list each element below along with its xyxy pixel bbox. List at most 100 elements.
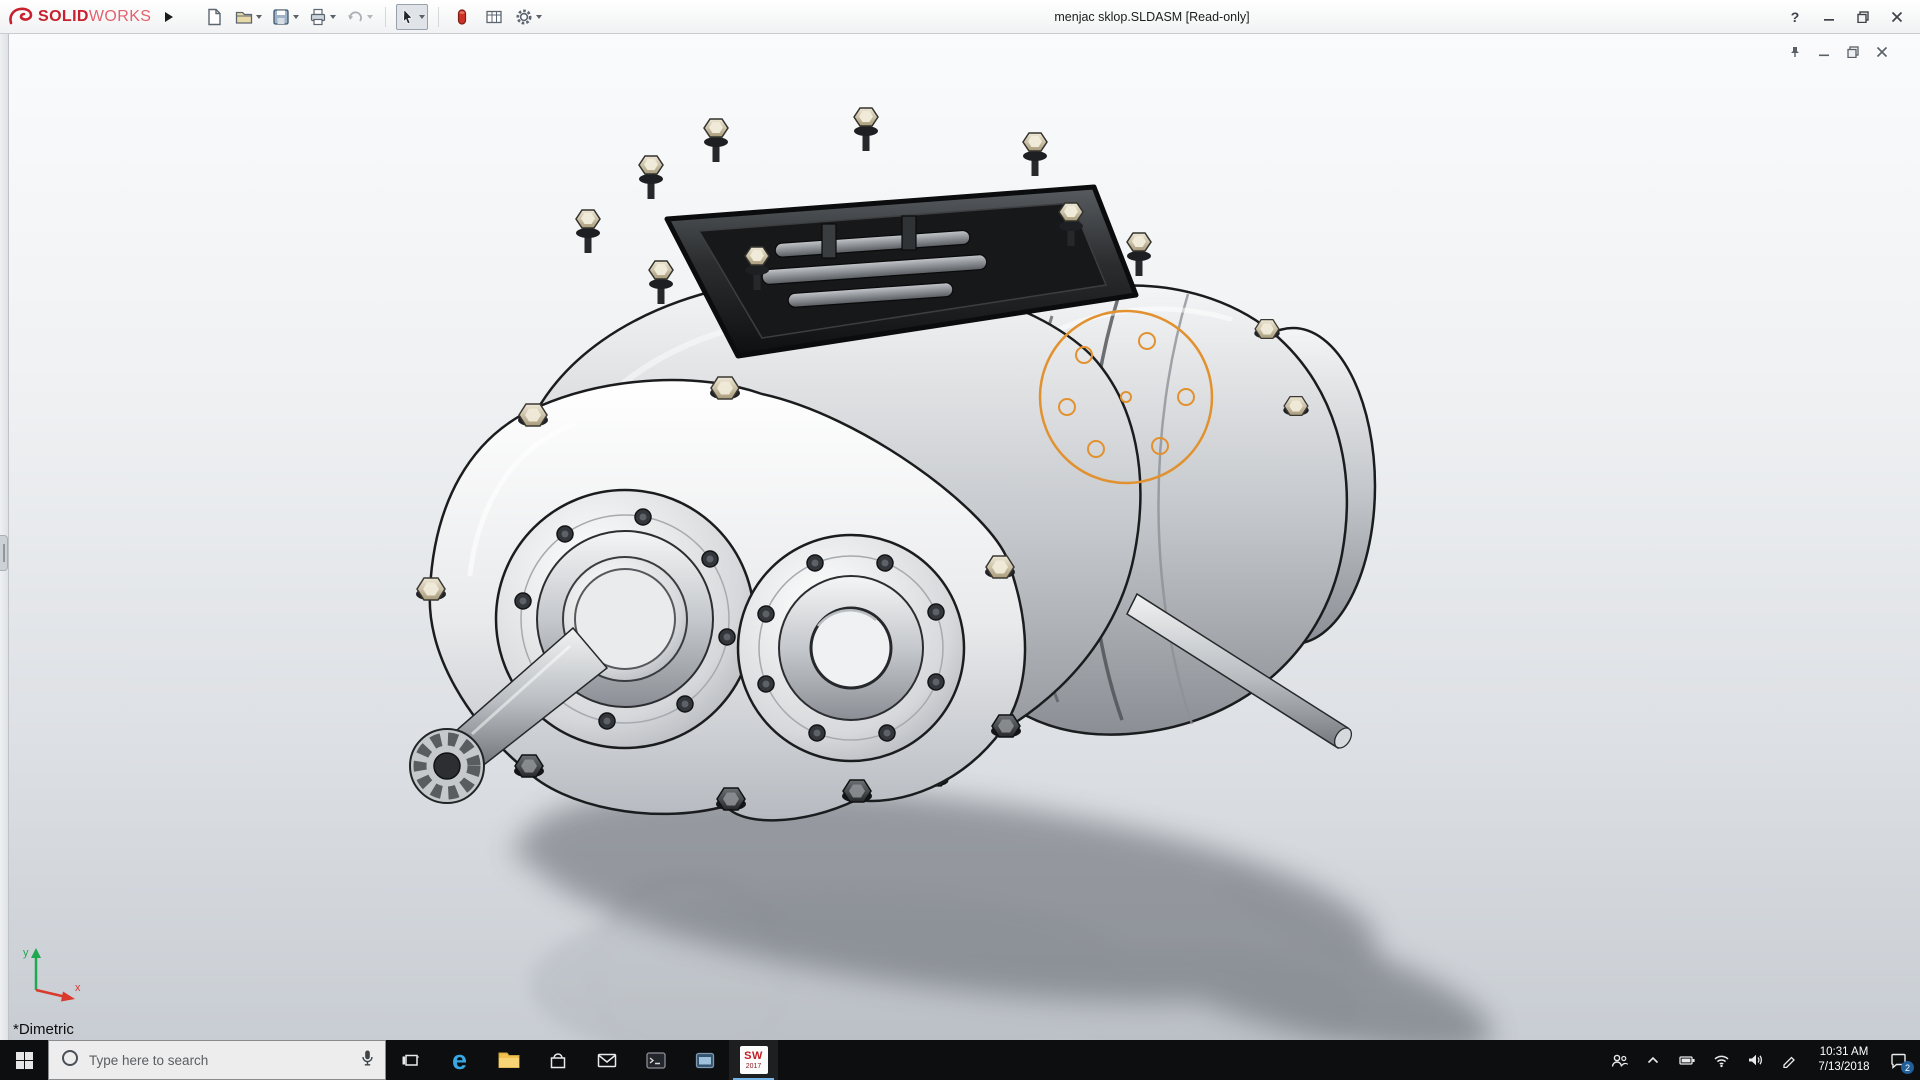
start-button[interactable] (0, 1040, 48, 1080)
output-flange[interactable] (738, 535, 964, 761)
document-window-controls (1787, 44, 1890, 60)
window-controls: ? (1780, 4, 1912, 30)
options-dropdown-caret[interactable] (536, 15, 542, 19)
save-icon (272, 8, 290, 26)
doc-close-button[interactable] (1874, 44, 1890, 60)
taskbar-clock[interactable]: 10:31 AM 7/13/2018 (1808, 1045, 1880, 1075)
wifi-icon (1713, 1052, 1730, 1068)
print-button[interactable] (307, 4, 338, 30)
battery-button[interactable] (1672, 1040, 1702, 1080)
task-view-button[interactable] (386, 1040, 435, 1080)
taskbar-app-file-explorer[interactable] (484, 1040, 533, 1080)
taskbar-app-mail[interactable] (582, 1040, 631, 1080)
taskbar-app-edge[interactable]: e (435, 1040, 484, 1080)
windows-logo-icon (16, 1052, 33, 1069)
action-center-button[interactable]: 2 (1884, 1040, 1914, 1080)
close-icon (1891, 11, 1903, 23)
taskbar-app-console[interactable] (631, 1040, 680, 1080)
3d-viewport[interactable] (0, 34, 1920, 1040)
clock-date: 7/13/2018 (1808, 1060, 1880, 1075)
y-axis-label: y (23, 947, 29, 959)
volume-button[interactable] (1740, 1040, 1770, 1080)
select-tool-button[interactable] (396, 4, 428, 30)
console-icon (645, 1050, 667, 1071)
restore-button[interactable] (1848, 4, 1878, 30)
toolbar-separator (385, 7, 386, 27)
view-orientation-label: *Dimetric (13, 1021, 74, 1038)
minimize-icon (1823, 11, 1835, 23)
menu-expand-icon[interactable] (165, 12, 173, 22)
windows-taskbar: e (0, 1040, 1920, 1080)
solidworks-window: SOLIDWORKS (0, 0, 1920, 1080)
open-folder-icon (235, 8, 253, 26)
help-button[interactable]: ? (1780, 4, 1810, 30)
brand-text: SOLIDWORKS (38, 8, 151, 26)
microphone-icon[interactable] (360, 1049, 375, 1072)
open-dropdown-caret[interactable] (256, 15, 262, 19)
people-button[interactable] (1604, 1040, 1634, 1080)
graphics-area[interactable]: y x *Dimetric (0, 34, 1920, 1040)
save-dropdown-caret[interactable] (293, 15, 299, 19)
toolbar-separator (438, 7, 439, 27)
doc-minimize-icon (1818, 46, 1830, 58)
panel-expand-handle[interactable] (0, 535, 8, 571)
battery-icon (1679, 1052, 1696, 1069)
file-explorer-icon (497, 1049, 521, 1071)
edge-icon: e (452, 1047, 467, 1074)
gearbox-model[interactable] (410, 108, 1375, 820)
new-document-button[interactable] (201, 4, 227, 30)
chevron-up-icon (1646, 1053, 1660, 1067)
options-button[interactable] (513, 4, 544, 30)
title-bar: SOLIDWORKS (0, 0, 1920, 34)
doc-minimize-button[interactable] (1816, 44, 1832, 60)
taskbar-search[interactable] (48, 1040, 386, 1080)
pin-icon (1789, 46, 1801, 58)
pin-menu-button[interactable] (1787, 44, 1803, 60)
task-view-icon (401, 1050, 421, 1070)
store-icon (548, 1050, 568, 1070)
restore-icon (1857, 11, 1869, 23)
undo-dropdown-caret[interactable] (367, 15, 373, 19)
doc-restore-button[interactable] (1845, 44, 1861, 60)
print-dropdown-caret[interactable] (330, 15, 336, 19)
ds-logo-icon (8, 6, 34, 28)
network-button[interactable] (1706, 1040, 1736, 1080)
minimize-button[interactable] (1814, 4, 1844, 30)
quick-access-toolbar (201, 4, 544, 30)
cortana-icon (61, 1049, 79, 1072)
appearance-icon (453, 8, 471, 26)
x-axis-label: x (75, 982, 81, 994)
select-dropdown-caret[interactable] (419, 15, 425, 19)
search-input[interactable] (89, 1053, 360, 1068)
undo-button[interactable] (344, 4, 375, 30)
save-button[interactable] (270, 4, 301, 30)
solidworks-logo: SOLIDWORKS (8, 6, 151, 28)
taskbar-app-window[interactable] (680, 1040, 729, 1080)
system-tray: 10:31 AM 7/13/2018 2 (1604, 1040, 1920, 1080)
new-document-icon (205, 8, 223, 26)
pen-button[interactable] (1774, 1040, 1804, 1080)
solidworks-2017-icon: SW 2017 (740, 1046, 768, 1074)
x-axis-arrow (61, 992, 75, 1002)
design-table-button[interactable] (481, 4, 507, 30)
appearance-button[interactable] (449, 4, 475, 30)
print-icon (309, 8, 327, 26)
undo-icon (346, 8, 364, 26)
y-axis-arrow (31, 948, 41, 958)
clock-time: 10:31 AM (1808, 1045, 1880, 1060)
open-button[interactable] (233, 4, 264, 30)
taskbar-app-store[interactable] (533, 1040, 582, 1080)
people-icon (1610, 1052, 1629, 1069)
design-table-icon (485, 8, 503, 26)
gear-icon (515, 8, 533, 26)
select-cursor-icon (399, 8, 416, 25)
taskbar-app-solidworks[interactable]: SW 2017 (729, 1040, 778, 1080)
close-button[interactable] (1882, 4, 1912, 30)
show-hidden-icons-button[interactable] (1638, 1040, 1668, 1080)
spline-coupler[interactable] (410, 729, 484, 803)
orientation-triad[interactable]: y x (18, 944, 88, 1019)
mail-icon (596, 1050, 618, 1070)
pen-icon (1781, 1052, 1797, 1068)
speaker-icon (1747, 1052, 1764, 1068)
doc-close-icon (1876, 46, 1888, 58)
